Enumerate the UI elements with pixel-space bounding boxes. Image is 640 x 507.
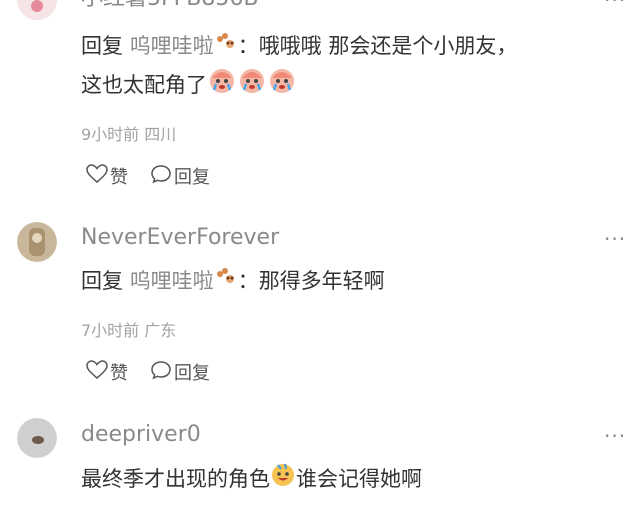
comment-text: 最终季才出现的角色	[81, 467, 270, 491]
comment-username[interactable]: 小红薯5FFB856B	[81, 0, 258, 12]
crying-face-emoji-icon	[267, 66, 297, 106]
like-button[interactable]: 赞	[86, 163, 128, 189]
comment-meta: 9小时前 四川	[81, 125, 177, 144]
heart-outline-icon	[86, 163, 110, 189]
more-options-button[interactable]: ···	[604, 0, 626, 10]
like-button[interactable]: 赞	[86, 359, 128, 385]
like-label: 赞	[110, 167, 128, 188]
reply-button[interactable]: 回复	[150, 163, 210, 189]
grin-emoji-icon	[270, 461, 296, 499]
comment-bubble-icon	[150, 360, 174, 385]
comment-actions: 赞 回复	[86, 163, 232, 189]
crying-face-emoji-icon	[237, 66, 267, 106]
comment-bubble-icon	[150, 164, 174, 189]
avatar[interactable]	[17, 222, 57, 262]
comment-meta: 7小时前 广东	[81, 321, 177, 340]
comment-text: 那得多年轻啊	[258, 269, 385, 293]
reply-prefix: 回复	[81, 34, 123, 58]
reply-label: 回复	[174, 167, 210, 188]
like-label: 赞	[110, 363, 128, 384]
reply-prefix: 回复	[81, 269, 123, 293]
comment-body: 最终季才出现的角色 谁会记得她啊	[81, 460, 621, 499]
avatar[interactable]	[17, 0, 57, 20]
comment-username[interactable]: deepriver0	[81, 422, 201, 448]
comment-actions: 赞 回复	[86, 359, 232, 385]
reply-button[interactable]: 回复	[150, 359, 210, 385]
heart-outline-icon	[86, 359, 110, 385]
mention-link[interactable]: 呜哩哇啦	[130, 269, 214, 293]
avatar[interactable]	[17, 418, 57, 458]
more-options-button[interactable]: ···	[604, 229, 626, 249]
comment-username[interactable]: NeverEverForever	[81, 225, 279, 251]
comment-body: 回复 呜哩哇啦 ：哦哦哦 那会还是个小朋友， 这也太配角了	[81, 27, 621, 106]
comment-body: 回复 呜哩哇啦 ：那得多年轻啊	[81, 262, 621, 301]
crying-face-emoji-icon	[207, 66, 237, 106]
paw-emoji-icon	[214, 263, 238, 301]
comment-text: 哦哦哦 那会还是个小朋友，	[258, 34, 518, 58]
mention-link[interactable]: 呜哩哇啦	[130, 34, 214, 58]
comment-text: 谁会记得她啊	[296, 467, 422, 491]
more-options-button[interactable]: ···	[604, 426, 626, 446]
reply-label: 回复	[174, 363, 210, 384]
paw-emoji-icon	[214, 28, 238, 66]
comment-text: 这也太配角了	[81, 73, 207, 97]
